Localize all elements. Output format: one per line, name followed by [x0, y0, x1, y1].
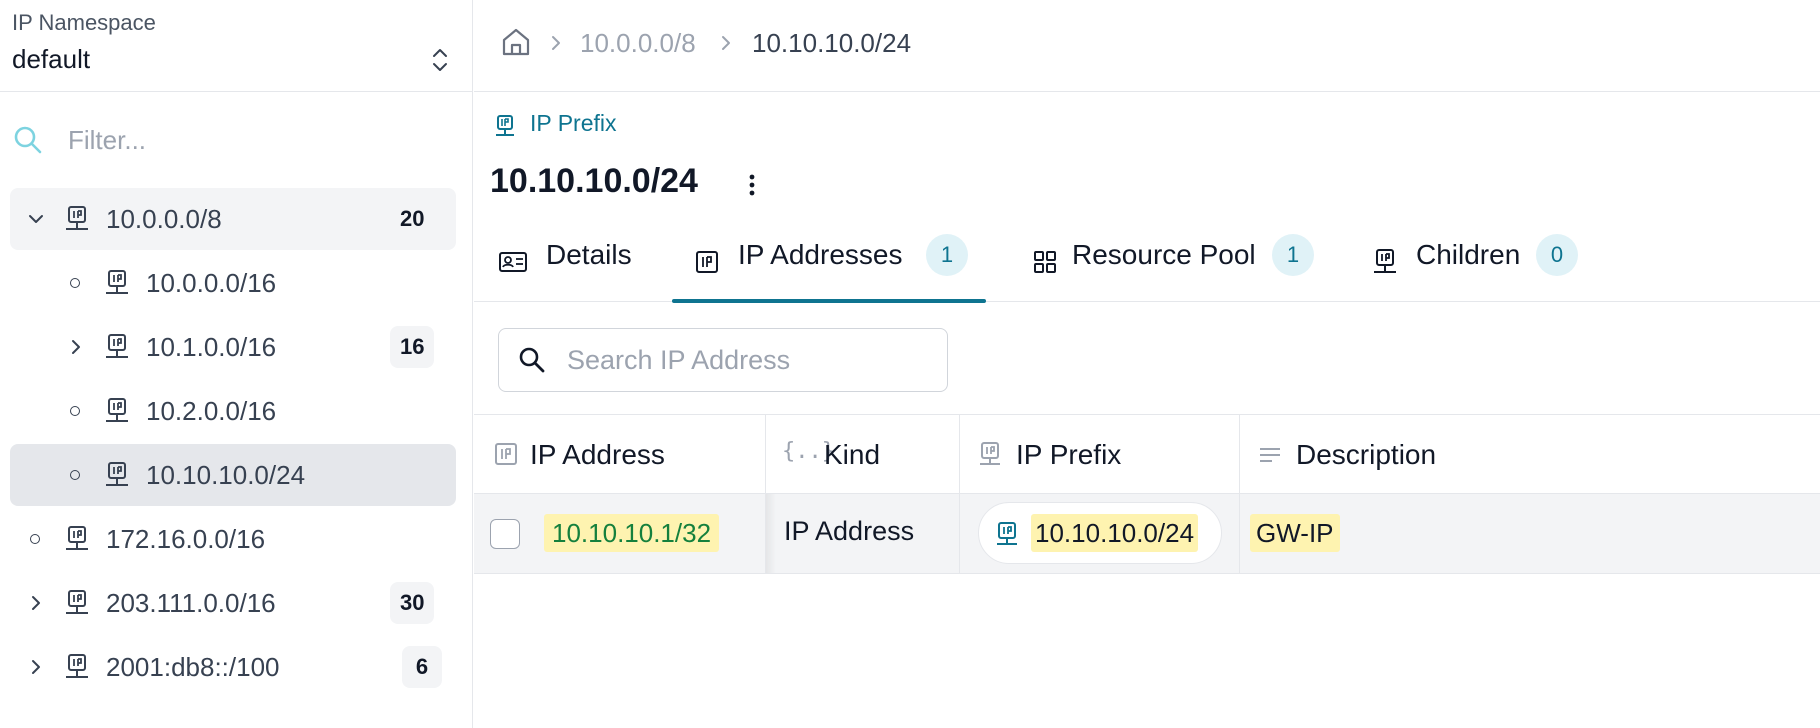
prefix-icon [66, 654, 88, 678]
column-header-kind[interactable]: {..} Kind [766, 415, 960, 493]
prefix-icon [997, 522, 1017, 545]
kind-value: IP Address [784, 516, 915, 546]
tree-item[interactable]: 172.16.0.0/16 [10, 508, 456, 570]
search-input[interactable] [567, 343, 927, 377]
ip-icon [696, 251, 718, 273]
tab-bar: Details IP Addresses 1 Resource Pool 1 C… [474, 224, 1820, 303]
tree-item-label: 203.111.0.0/16 [106, 588, 276, 618]
table-header: IP Address {..} Kind IP Prefix Descripti… [474, 414, 1820, 494]
column-shadow [766, 494, 776, 573]
cell-kind: IP Address [766, 494, 960, 573]
leaf-dot-icon [30, 534, 40, 544]
more-options-icon[interactable] [742, 172, 762, 198]
description-value: GW-IP [1250, 514, 1340, 552]
cell-ip-address: 10.10.10.1/32 [474, 494, 766, 573]
tree-item-count: 20 [390, 198, 435, 240]
tree-item[interactable]: 10.2.0.0/16 [10, 380, 456, 442]
chevron-right-icon[interactable] [66, 337, 86, 357]
object-kind-label[interactable]: IP Prefix [530, 110, 617, 137]
tab-count-badge: 1 [1272, 234, 1314, 276]
tab-label: Details [546, 239, 632, 270]
leaf-dot-icon [70, 470, 80, 480]
prefix-icon [66, 206, 88, 230]
tree-item-label: 10.10.10.0/24 [146, 460, 306, 490]
ip-prefix-value: 10.10.10.0/24 [1031, 514, 1199, 552]
prefix-icon [66, 526, 88, 550]
column-label: IP Prefix [1016, 439, 1122, 470]
tab-children[interactable]: Children 0 [1370, 224, 1590, 302]
tab-label: Children [1416, 239, 1521, 270]
text-lines-icon [1260, 448, 1280, 462]
id-card-icon [499, 252, 527, 272]
ip-prefix-chip[interactable]: 10.10.10.0/24 [978, 502, 1222, 564]
tree-item[interactable]: 203.111.0.0/16 30 [10, 572, 456, 634]
tree-item-label: 2001:db8::/100 [106, 652, 280, 682]
chevron-up-down-icon[interactable] [428, 44, 452, 76]
prefix-icon [106, 398, 128, 422]
prefix-icon [980, 442, 1000, 465]
tree-item[interactable]: 10.1.0.0/16 16 [10, 316, 456, 378]
tab-label: Resource Pool [1072, 239, 1256, 270]
tab-count-badge: 0 [1536, 234, 1578, 276]
breadcrumb-current: 10.10.10.0/24 [752, 28, 912, 58]
tab-label: IP Addresses [738, 239, 903, 270]
page-title: 10.10.10.0/24 [490, 162, 698, 200]
column-header-ip-prefix[interactable]: IP Prefix [960, 415, 1240, 493]
prefix-icon [106, 462, 128, 486]
leaf-dot-icon [70, 406, 80, 416]
leaf-dot-icon [70, 278, 80, 288]
cell-ip-prefix: 10.10.10.0/24 [960, 494, 1240, 573]
breadcrumb: 10.0.0.0/8 10.10.10.0/24 [474, 0, 1820, 92]
search-icon [14, 126, 42, 154]
namespace-value[interactable]: default [12, 44, 90, 75]
prefix-icon [66, 590, 88, 614]
row-checkbox[interactable] [490, 519, 520, 549]
grid-icon [1034, 251, 1056, 273]
breadcrumb-link[interactable]: 10.0.0.0/8 [580, 28, 696, 59]
search-icon [519, 347, 545, 373]
column-header-description[interactable]: Description [1240, 415, 1820, 493]
tab-count-badge: 1 [926, 234, 968, 276]
tree-item-count: 16 [390, 326, 435, 368]
chevron-down-icon[interactable] [26, 209, 46, 229]
tab-resource-pool[interactable]: Resource Pool 1 [1024, 224, 1314, 302]
namespace-label: IP Namespace [12, 10, 156, 35]
chevron-right-icon [552, 36, 560, 50]
tree-item-label: 10.0.0.0/16 [146, 268, 277, 298]
chevron-right-icon[interactable] [26, 593, 46, 613]
tree-item[interactable]: 2001:db8::/100 6 [10, 636, 456, 698]
ip-address-link[interactable]: 10.10.10.1/32 [544, 514, 720, 552]
tree-item-label: 10.1.0.0/16 [146, 332, 277, 362]
tree-item-label: 172.16.0.0/16 [106, 524, 266, 554]
tree-item-selected[interactable]: 10.10.10.0/24 [10, 444, 456, 506]
column-label: IP Address [530, 439, 665, 470]
home-icon[interactable] [500, 26, 532, 58]
tree-item[interactable]: 10.0.0.0/16 [10, 252, 456, 314]
prefix-icon [106, 270, 128, 294]
tree-item-count: 30 [390, 582, 435, 624]
cell-description: GW-IP [1240, 494, 1820, 573]
tab-details[interactable]: Details [474, 224, 654, 302]
namespace-selector[interactable]: IP Namespace default [0, 0, 472, 92]
prefix-icon [1374, 249, 1396, 273]
column-header-ip-address[interactable]: IP Address [474, 415, 766, 493]
table-row[interactable]: 10.10.10.1/32 IP Address 10.10.10.0/24 G… [474, 494, 1820, 574]
tree-item[interactable]: 10.0.0.0/8 20 [10, 188, 456, 250]
prefix-icon [106, 334, 128, 358]
chevron-right-icon[interactable] [26, 657, 46, 677]
main-panel: 10.0.0.0/8 10.10.10.0/24 IP Prefix 10.10… [474, 0, 1820, 728]
column-label: Kind [824, 439, 881, 470]
prefix-icon [496, 115, 514, 136]
tree-item-label: 10.0.0.0/8 [106, 204, 222, 234]
filter-input[interactable] [68, 122, 448, 158]
tree-item-label: 10.2.0.0/16 [146, 396, 277, 426]
tree-item-count: 6 [402, 646, 442, 688]
tab-ip-addresses[interactable]: IP Addresses 1 [672, 224, 986, 303]
ip-address-search[interactable] [498, 328, 948, 392]
ip-icon [495, 443, 517, 465]
sidebar: IP Namespace default 10.0.0.0/8 20 10.0.… [0, 0, 473, 728]
chevron-right-icon [722, 36, 730, 50]
column-label: Description [1296, 439, 1437, 470]
